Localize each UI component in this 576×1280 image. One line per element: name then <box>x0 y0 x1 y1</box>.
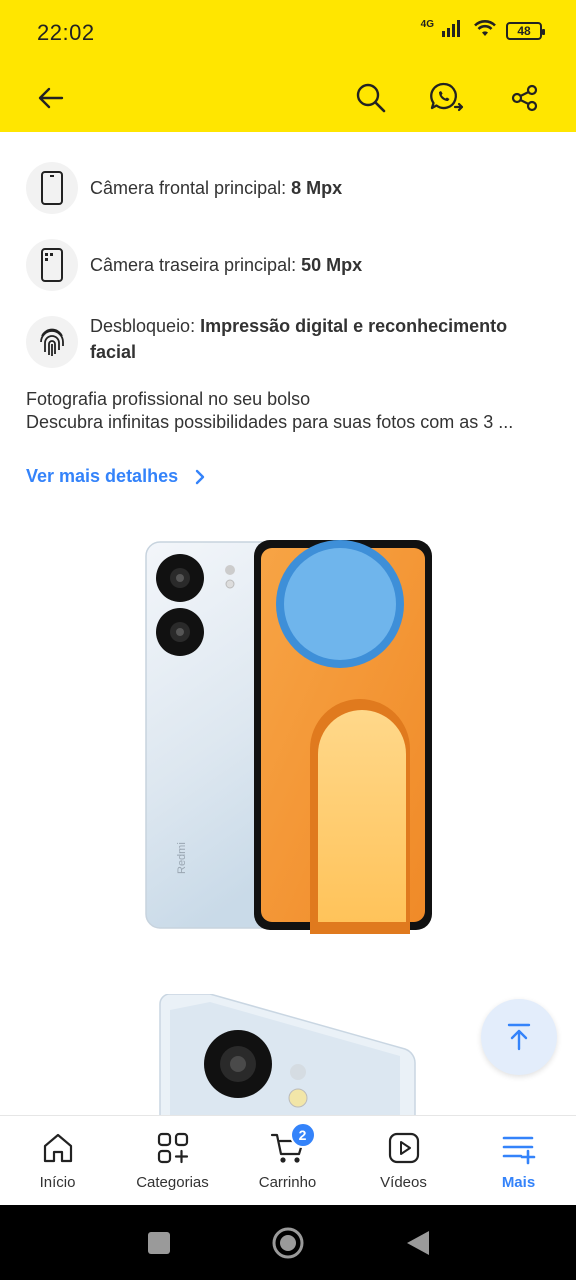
whatsapp-icon <box>430 82 464 112</box>
nav-label: Categorias <box>136 1174 209 1191</box>
arrow-up-to-top-icon <box>507 1023 531 1051</box>
status-time: 22:02 <box>37 20 95 45</box>
video-icon <box>384 1130 424 1166</box>
home-system-button[interactable] <box>264 1219 312 1267</box>
spec-label: Desbloqueio: <box>90 316 201 336</box>
cart-icon: 2 <box>268 1122 316 1166</box>
status-bar: 22:02 4G 48 <box>0 0 576 64</box>
product-image-main[interactable]: Redmi <box>140 534 436 934</box>
triangle-back-icon <box>407 1231 429 1255</box>
nav-item-more[interactable]: Mais <box>461 1116 576 1206</box>
nav-label: Carrinho <box>258 1174 317 1191</box>
spec-label: Câmera frontal principal: <box>90 178 292 198</box>
nav-item-categories[interactable]: Categorias <box>115 1116 230 1206</box>
spec-front-camera: Câmera frontal principal: 8 Mpx <box>26 162 530 214</box>
description-line-2: Descubra infinitas possibilidades para s… <box>26 412 514 432</box>
header-toolbar <box>0 64 576 132</box>
back-button[interactable] <box>27 74 75 122</box>
recents-button[interactable] <box>135 1219 183 1267</box>
product-details-content[interactable]: Câmera frontal principal: 8 Mpx Câmera t… <box>0 132 576 1115</box>
share-button[interactable] <box>501 74 549 122</box>
nav-item-videos[interactable]: Vídeos <box>346 1116 461 1206</box>
top-app-bar: 22:02 4G 48 <box>0 0 576 132</box>
network-type-label: 4G <box>420 19 434 30</box>
scroll-to-top-button[interactable] <box>481 999 557 1075</box>
nav-item-home[interactable]: Início <box>0 1116 115 1206</box>
fingerprint-icon <box>26 316 78 368</box>
home-icon <box>38 1130 78 1166</box>
circle-home-icon <box>272 1227 304 1259</box>
spec-value: 50 Mpx <box>301 255 363 275</box>
square-icon <box>148 1232 170 1254</box>
share-icon <box>511 84 538 112</box>
phone-rear-camera-icon <box>26 239 78 291</box>
search-button[interactable] <box>347 74 395 122</box>
cart-badge: 2 <box>289 1122 316 1148</box>
description-line-1: Fotografia profissional no seu bolso <box>26 389 311 409</box>
brand-mark: Redmi <box>176 842 188 874</box>
nav-label: Mais <box>501 1174 536 1191</box>
nav-label: Início <box>39 1174 76 1191</box>
see-more-details-link[interactable]: Ver mais detalhes <box>26 466 206 487</box>
see-more-label: Ver mais detalhes <box>26 466 179 486</box>
wifi-icon <box>472 18 498 43</box>
whatsapp-share-button[interactable] <box>423 74 471 122</box>
nav-label: Vídeos <box>380 1174 427 1191</box>
signal-icon <box>442 19 464 42</box>
spec-rear-camera: Câmera traseira principal: 50 Mpx <box>26 239 530 291</box>
spec-unlock: Desbloqueio: Impressão digital e reconhe… <box>26 316 530 368</box>
product-image-secondary[interactable] <box>150 994 430 1115</box>
spec-label: Câmera traseira principal: <box>90 255 302 275</box>
chevron-right-icon <box>195 469 205 484</box>
system-navigation-bar <box>0 1205 576 1280</box>
nav-item-cart[interactable]: 2 Carrinho <box>230 1116 345 1206</box>
status-icons: 4G 48 <box>420 18 545 43</box>
product-description: Fotografia profissional no seu bolso Des… <box>26 388 556 434</box>
categories-icon <box>153 1130 193 1166</box>
spec-value: 8 Mpx <box>291 178 343 198</box>
phone-front-icon <box>26 162 78 214</box>
bottom-navigation: Início Categorias 2 Carrinho Vídeos Mais <box>0 1115 576 1205</box>
search-icon <box>356 83 386 113</box>
menu-plus-icon <box>499 1130 539 1166</box>
battery-indicator: 48 <box>506 21 545 40</box>
back-system-button[interactable] <box>394 1219 442 1267</box>
arrow-left-icon <box>38 87 64 109</box>
